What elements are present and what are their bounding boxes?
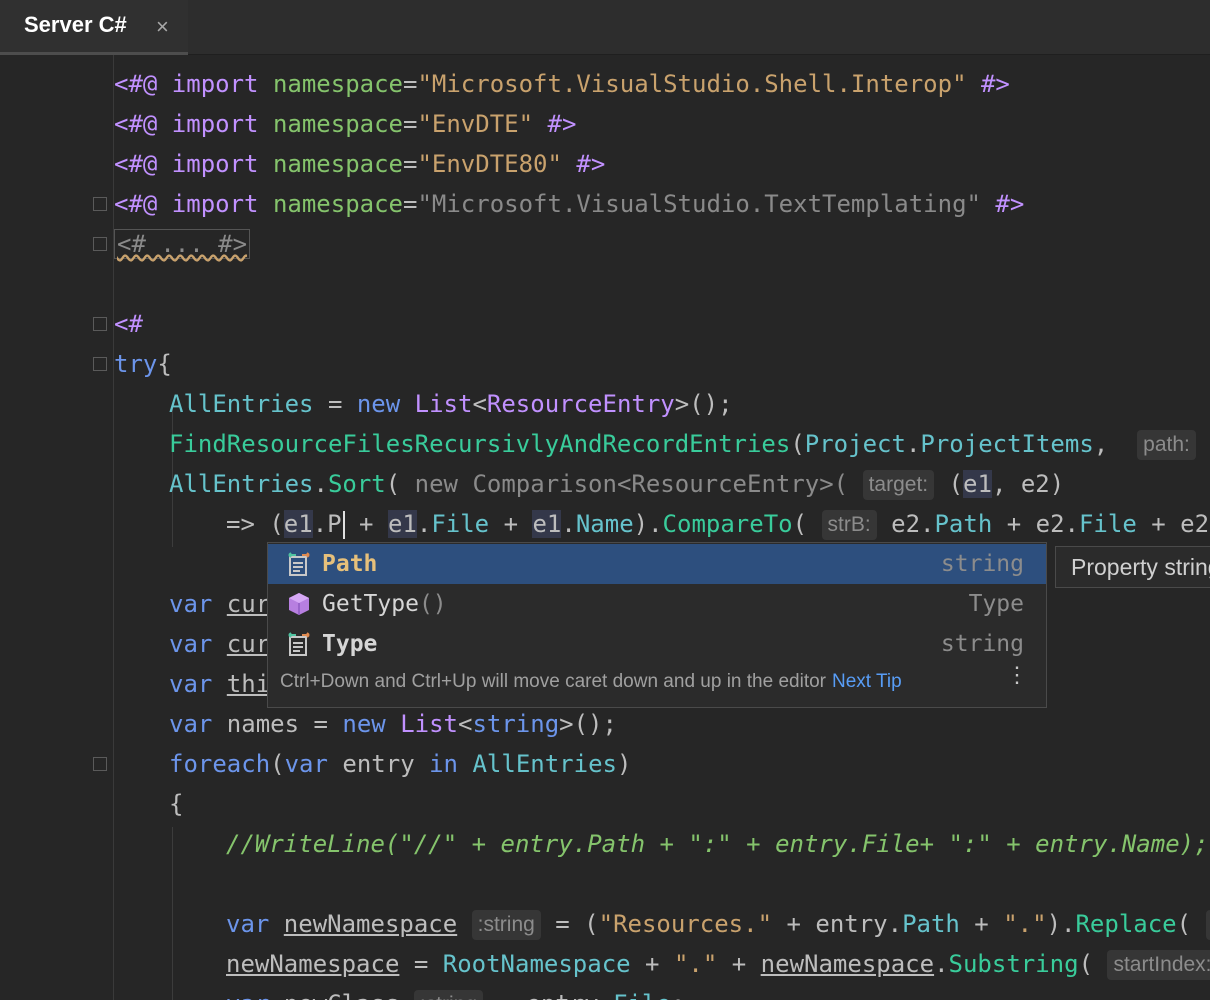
- fold-marker[interactable]: [93, 237, 107, 251]
- type-hint: :string: [471, 910, 541, 940]
- property-icon: [288, 552, 310, 576]
- collapsed-region[interactable]: <# ... #>: [114, 229, 251, 259]
- fold-marker[interactable]: [93, 317, 107, 331]
- code-line-9: AllEntries = new List<ResourceEntry>();: [169, 390, 733, 418]
- completion-popup: Path string GetType() Type Type string C…: [267, 542, 1047, 708]
- param-hint: strB:: [821, 510, 877, 540]
- type-hint: :string: [413, 990, 484, 1000]
- tab-server-csharp[interactable]: Server C# ×: [0, 0, 188, 55]
- code-line-7: <#: [114, 310, 143, 338]
- code-editor[interactable]: <#@ import namespace="Microsoft.VisualSt…: [0, 55, 1210, 1000]
- code-line-11: AllEntries.Sort( new Comparison<Resource…: [169, 470, 1065, 500]
- code-line-12: => (e1.P + e1.File + e1.Name).CompareTo(…: [226, 510, 1210, 540]
- close-icon[interactable]: ×: [156, 14, 169, 40]
- property-icon: [288, 632, 310, 656]
- code-line-17: var names = new List<string>();: [169, 710, 617, 738]
- code-line-1: <#@ import namespace="Microsoft.VisualSt…: [114, 70, 1010, 98]
- code-line-2: <#@ import namespace="EnvDTE" #>: [114, 110, 577, 138]
- code-line-14: var cur: [169, 590, 271, 618]
- completion-tip: Ctrl+Down and Ctrl+Up will move caret do…: [280, 671, 902, 692]
- param-hint: target:: [862, 470, 935, 500]
- indent-guide: [172, 827, 173, 1000]
- more-options-icon[interactable]: ⋮: [1006, 664, 1028, 686]
- code-line-20: //WriteLine("//" + entry.Path + ":" + en…: [226, 830, 1209, 858]
- code-line-4: <#@ import namespace="Microsoft.VisualSt…: [114, 190, 1025, 218]
- code-line-8: try{: [114, 350, 172, 378]
- code-line-22: var newNamespace :string = ("Resources."…: [226, 904, 1210, 944]
- fold-marker[interactable]: [93, 757, 107, 771]
- code-line-23: newNamespace = RootNamespace + "." + new…: [226, 944, 1210, 984]
- code-line-15: var cur: [169, 630, 271, 658]
- code-line-24: var newClass :string = entry.File;: [226, 984, 685, 1000]
- completion-item-type[interactable]: Type string: [268, 624, 1046, 664]
- tab-bar: Server C# ×: [0, 0, 1210, 55]
- method-icon: [289, 593, 309, 615]
- fold-marker[interactable]: [93, 197, 107, 211]
- code-line-5: <# ... #>: [114, 224, 251, 264]
- tab-label: Server C#: [24, 12, 127, 37]
- code-line-19: {: [169, 790, 184, 818]
- param-hint: path:: [1137, 430, 1196, 460]
- code-line-18: foreach(var entry in AllEntries): [169, 750, 632, 778]
- fold-marker[interactable]: [93, 357, 107, 371]
- code-line-3: <#@ import namespace="EnvDTE80" #>: [114, 150, 606, 178]
- code-line-16: var thi: [169, 670, 271, 698]
- completion-item-path[interactable]: Path string: [268, 544, 1046, 584]
- code-line-10: FindResourceFilesRecursivlyAndRecordEntr…: [169, 424, 1210, 464]
- next-tip-link[interactable]: Next Tip: [832, 671, 902, 692]
- param-hint: ol: [1205, 910, 1210, 940]
- quick-doc-tooltip: Property string: [1055, 546, 1210, 588]
- completion-item-gettype[interactable]: GetType() Type: [268, 584, 1046, 624]
- param-hint: startIndex:: [1107, 950, 1210, 980]
